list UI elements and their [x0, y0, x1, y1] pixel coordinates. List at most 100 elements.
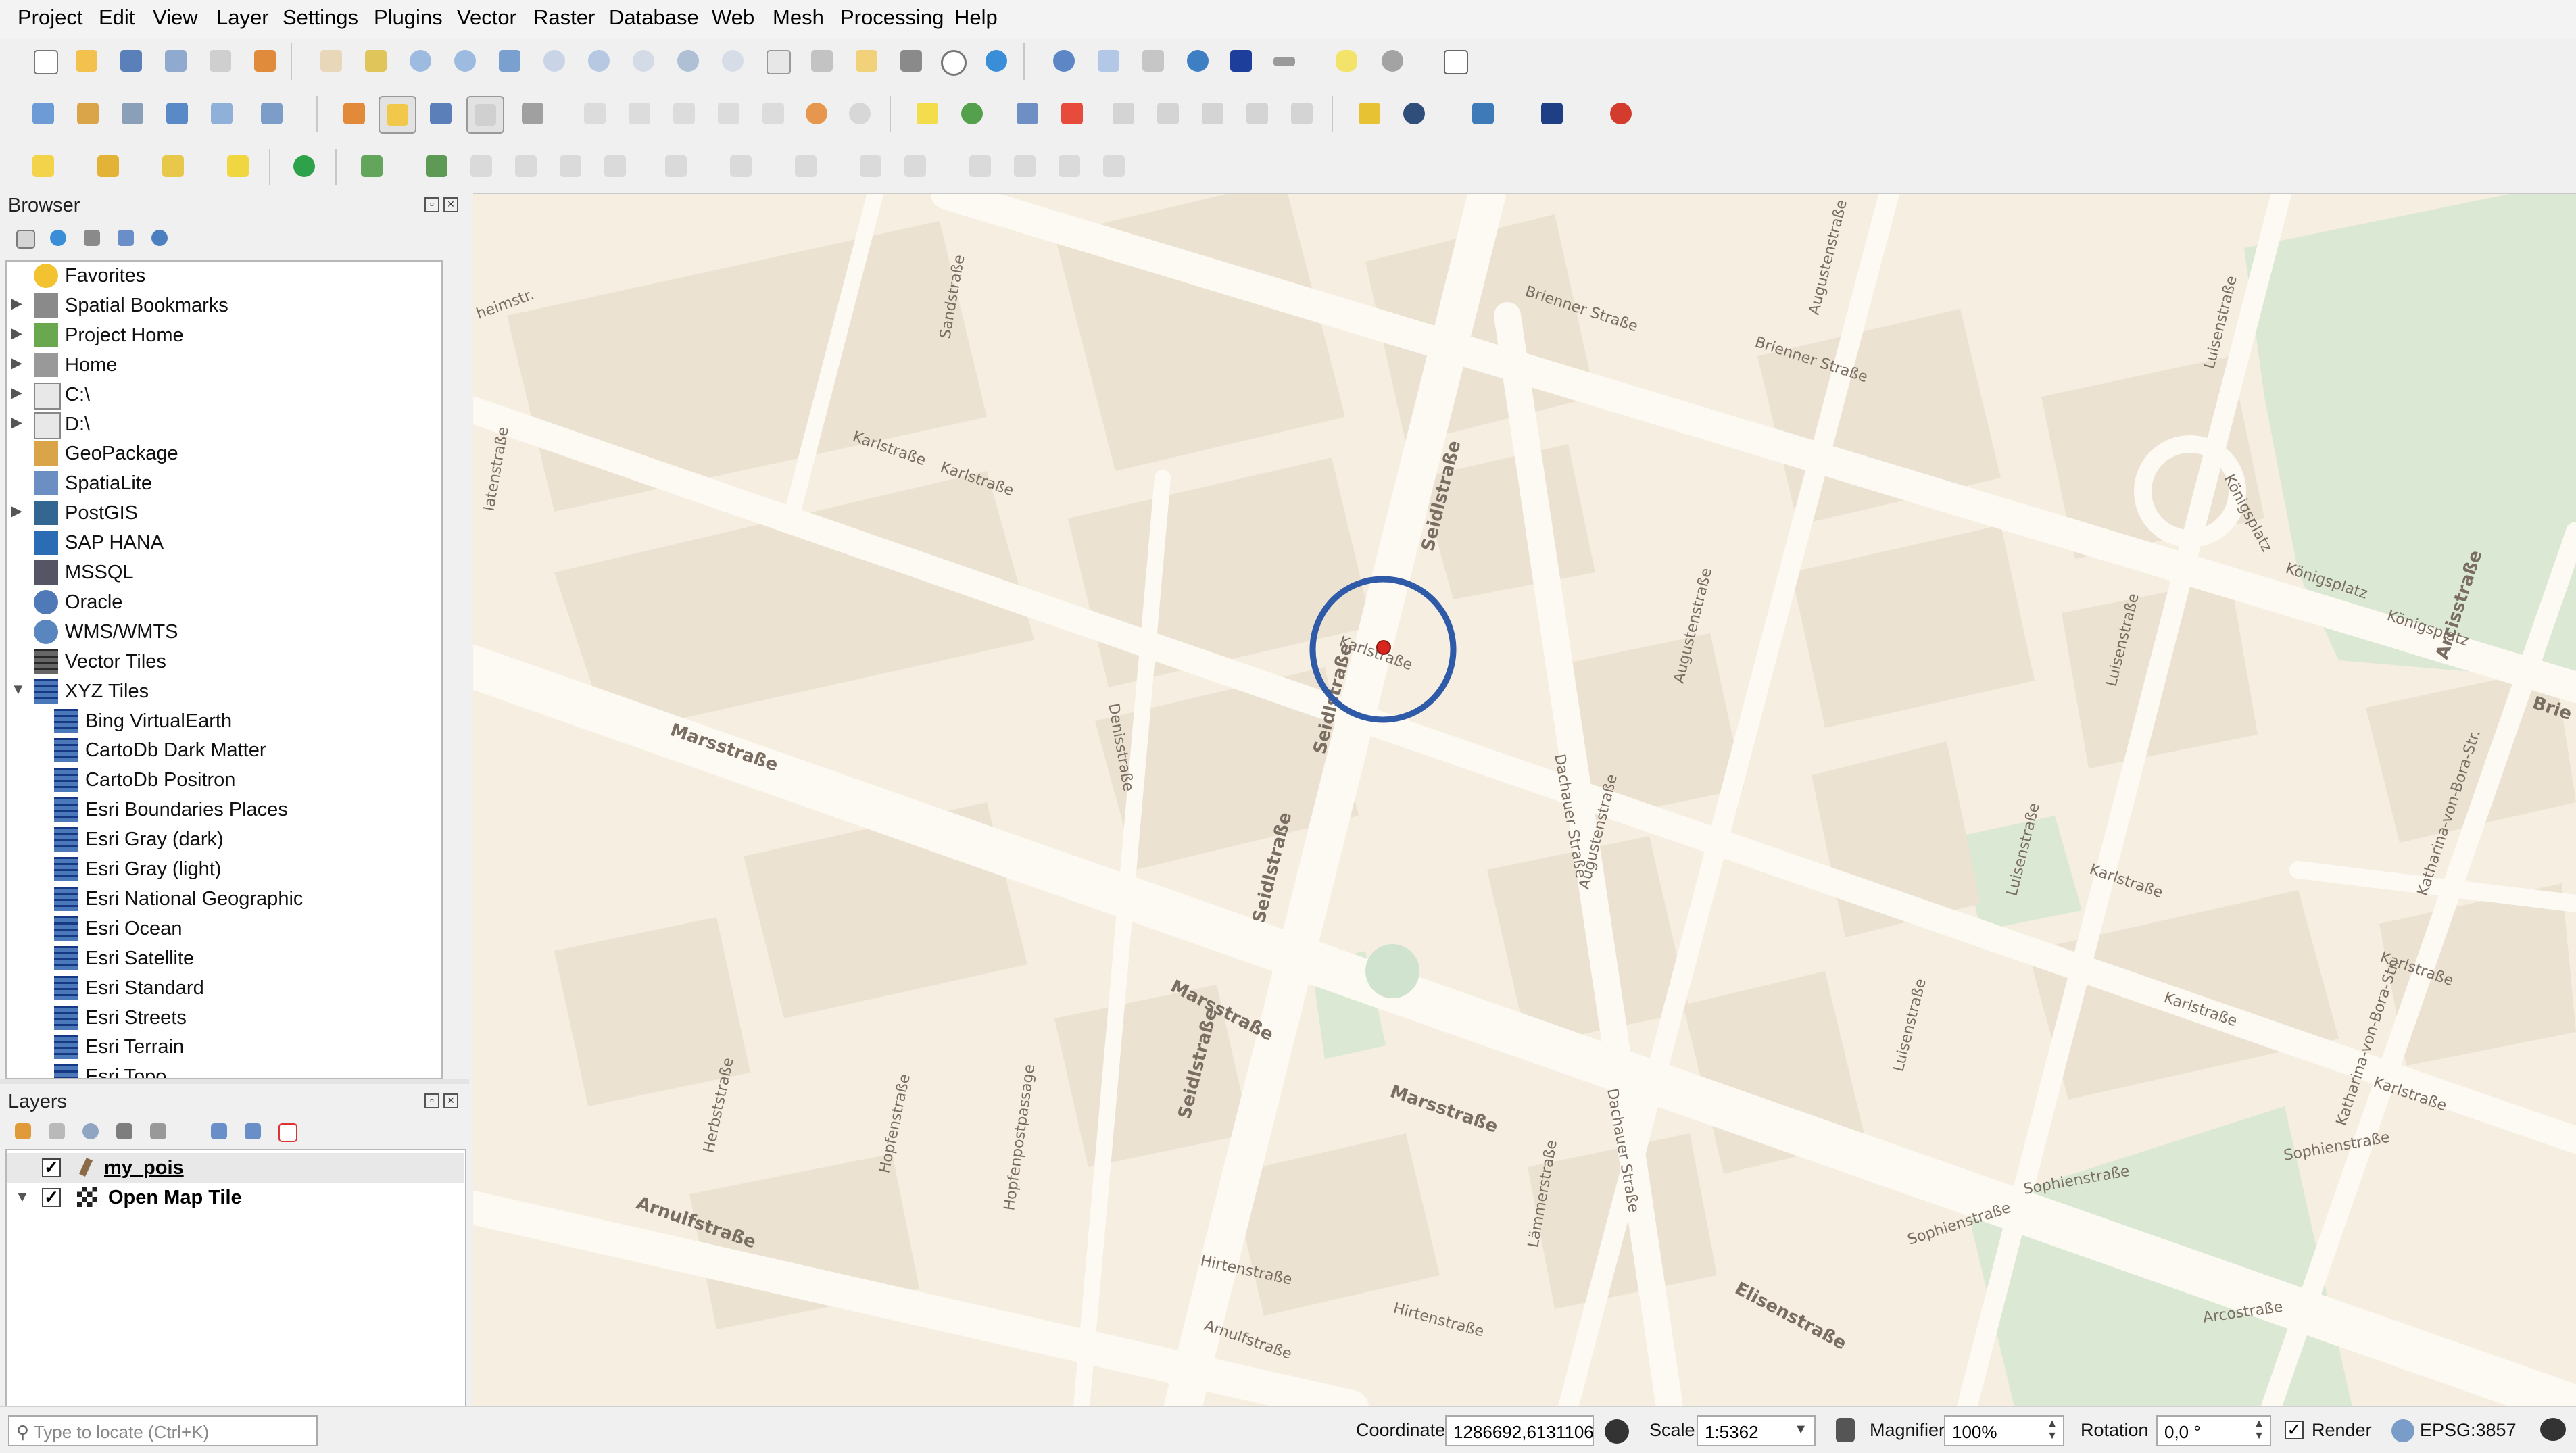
zoom-selection-icon[interactable] — [537, 43, 572, 78]
zoom-in-icon[interactable] — [403, 43, 438, 78]
zoom-full-icon[interactable] — [492, 43, 527, 78]
browser-item[interactable]: Favorites — [7, 262, 439, 291]
browser-item[interactable]: ▶ Project Home — [7, 321, 439, 350]
browser-item[interactable]: Esri Streets — [7, 1004, 439, 1033]
change-label-icon[interactable] — [1195, 96, 1230, 131]
undo-icon[interactable] — [799, 96, 834, 131]
paste-features-icon[interactable] — [756, 96, 791, 131]
menu-raster[interactable]: Raster — [533, 5, 595, 30]
offset-point-symbols-icon[interactable] — [788, 149, 823, 184]
georeferencer-icon[interactable] — [1352, 96, 1387, 131]
advanced-digitizing-icon[interactable] — [354, 149, 389, 184]
expand-all-icon[interactable] — [205, 1118, 233, 1145]
browser-item[interactable]: WMS/WMTS — [7, 618, 439, 647]
show-hide-labels-icon[interactable] — [1054, 96, 1090, 131]
layer-styling-icon[interactable] — [9, 1118, 37, 1145]
browser-item[interactable]: Esri Boundaries Places — [7, 795, 439, 824]
browser-item[interactable]: Esri Satellite — [7, 944, 439, 973]
lock-icon[interactable] — [1836, 1418, 1855, 1442]
python-console-icon[interactable] — [1465, 96, 1501, 131]
save-layer-edits-icon[interactable] — [423, 96, 458, 131]
data-source-manager-icon[interactable] — [26, 96, 61, 131]
menu-layer[interactable]: Layer — [216, 5, 269, 30]
label-toolbar-icon[interactable] — [910, 96, 945, 131]
browser-float-icon[interactable]: ▫ — [424, 197, 439, 212]
collapse-arrow-icon[interactable]: ▶ — [11, 414, 26, 431]
move-label-icon[interactable] — [1106, 96, 1141, 131]
browser-item[interactable]: Esri Gray (light) — [7, 855, 439, 884]
zoom-layer-icon[interactable] — [581, 43, 616, 78]
crs-globe-icon[interactable] — [2391, 1419, 2414, 1442]
layer-diagram-icon[interactable] — [954, 96, 990, 131]
browser-item[interactable]: SpatiaLite — [7, 469, 439, 498]
messages-icon[interactable] — [2540, 1418, 2566, 1441]
plugin-icon[interactable] — [1603, 96, 1638, 131]
browser-item[interactable]: Oracle — [7, 588, 439, 617]
browser-item[interactable]: Esri Terrain — [7, 1033, 439, 1062]
collapse-all-icon[interactable] — [239, 1118, 266, 1145]
menu-plugins[interactable]: Plugins — [374, 5, 443, 30]
menu-vector[interactable]: Vector — [457, 5, 516, 30]
scale-combobox[interactable]: 1:5362 ▼ — [1697, 1415, 1816, 1446]
show-bookmarks-icon[interactable] — [894, 43, 929, 78]
zoom-out-icon[interactable] — [447, 43, 483, 78]
manage-visibility-icon[interactable] — [77, 1118, 104, 1145]
collapse-arrow-icon[interactable]: ▶ — [11, 502, 26, 520]
merge-features-icon[interactable] — [598, 149, 633, 184]
new-3d-map-icon[interactable] — [804, 43, 840, 78]
add-part-icon[interactable] — [963, 149, 998, 184]
reshape-features-icon[interactable] — [419, 149, 454, 184]
panel-splitter[interactable] — [0, 1079, 469, 1084]
change-diagram-icon[interactable] — [1284, 96, 1319, 131]
zoom-next-icon[interactable] — [715, 43, 750, 78]
locator-search-input[interactable]: ⚲ Type to locate (Ctrl+K) — [8, 1415, 318, 1446]
menu-processing[interactable]: Processing — [840, 5, 944, 30]
copy-features-icon[interactable] — [711, 96, 746, 131]
expand-arrow-icon[interactable]: ▼ — [11, 681, 26, 698]
browser-item[interactable]: ▶ Home — [7, 351, 439, 380]
offset-curve-icon[interactable] — [464, 149, 499, 184]
new-shapefile-layer-icon[interactable] — [115, 96, 150, 131]
menu-view[interactable]: View — [153, 5, 198, 30]
new-project-icon[interactable] — [27, 43, 62, 78]
new-virtual-layer-icon[interactable] — [254, 96, 289, 131]
merge-attributes-icon[interactable] — [658, 149, 694, 184]
browser-scrollbar[interactable]: ▲ ▼ — [442, 262, 443, 1078]
rotate-point-symbols-icon[interactable] — [723, 149, 758, 184]
delete-selected-icon[interactable] — [622, 96, 657, 131]
menu-help[interactable]: Help — [954, 5, 998, 30]
add-point-feature-icon[interactable] — [466, 96, 504, 134]
new-map-view-icon[interactable] — [760, 43, 795, 78]
browser-item[interactable]: ▶ Spatial Bookmarks — [7, 291, 439, 320]
new-bookmark-icon[interactable] — [849, 43, 884, 78]
menu-project[interactable]: Project — [18, 5, 82, 30]
pan-to-selection-icon[interactable] — [358, 43, 393, 78]
move-diagram-icon[interactable] — [1240, 96, 1275, 131]
browser-tree[interactable]: Favorites ▶ Spatial Bookmarks ▶ Project Home… — [5, 260, 443, 1079]
trim-extend-icon[interactable] — [853, 149, 888, 184]
vertex-tool-icon[interactable] — [515, 96, 550, 131]
redo-icon[interactable] — [842, 96, 877, 131]
browser-item[interactable]: Esri Standard — [7, 974, 439, 1003]
filter-expression-icon[interactable] — [145, 1118, 172, 1145]
browser-item[interactable]: Esri National Geographic — [7, 885, 439, 914]
save-as-icon[interactable] — [158, 43, 193, 78]
collapse-arrow-icon[interactable]: ▶ — [11, 295, 26, 312]
coordinate-field[interactable]: 1286692,6131106 — [1445, 1415, 1594, 1446]
pin-labels-icon[interactable] — [1010, 96, 1045, 131]
modify-attributes-icon[interactable] — [577, 96, 612, 131]
zoom-native-icon[interactable] — [626, 43, 661, 78]
magnifier-spinbox[interactable]: 100% ▲ ▼ — [1944, 1415, 2064, 1446]
browser-close-icon[interactable]: × — [443, 197, 458, 212]
open-project-icon[interactable] — [69, 43, 104, 78]
select-by-value-icon[interactable] — [91, 149, 126, 184]
split-features-icon[interactable] — [508, 149, 543, 184]
remove-layer-icon[interactable] — [273, 1118, 300, 1145]
fill-ring-icon[interactable] — [1007, 149, 1042, 184]
refresh-icon[interactable] — [45, 224, 72, 251]
field-calculator-icon[interactable] — [1136, 43, 1171, 78]
temporal-controller-icon[interactable] — [934, 43, 969, 78]
rotate-label-icon[interactable] — [1150, 96, 1186, 131]
help-icon[interactable] — [1534, 96, 1570, 131]
measure-icon[interactable] — [1267, 43, 1302, 78]
